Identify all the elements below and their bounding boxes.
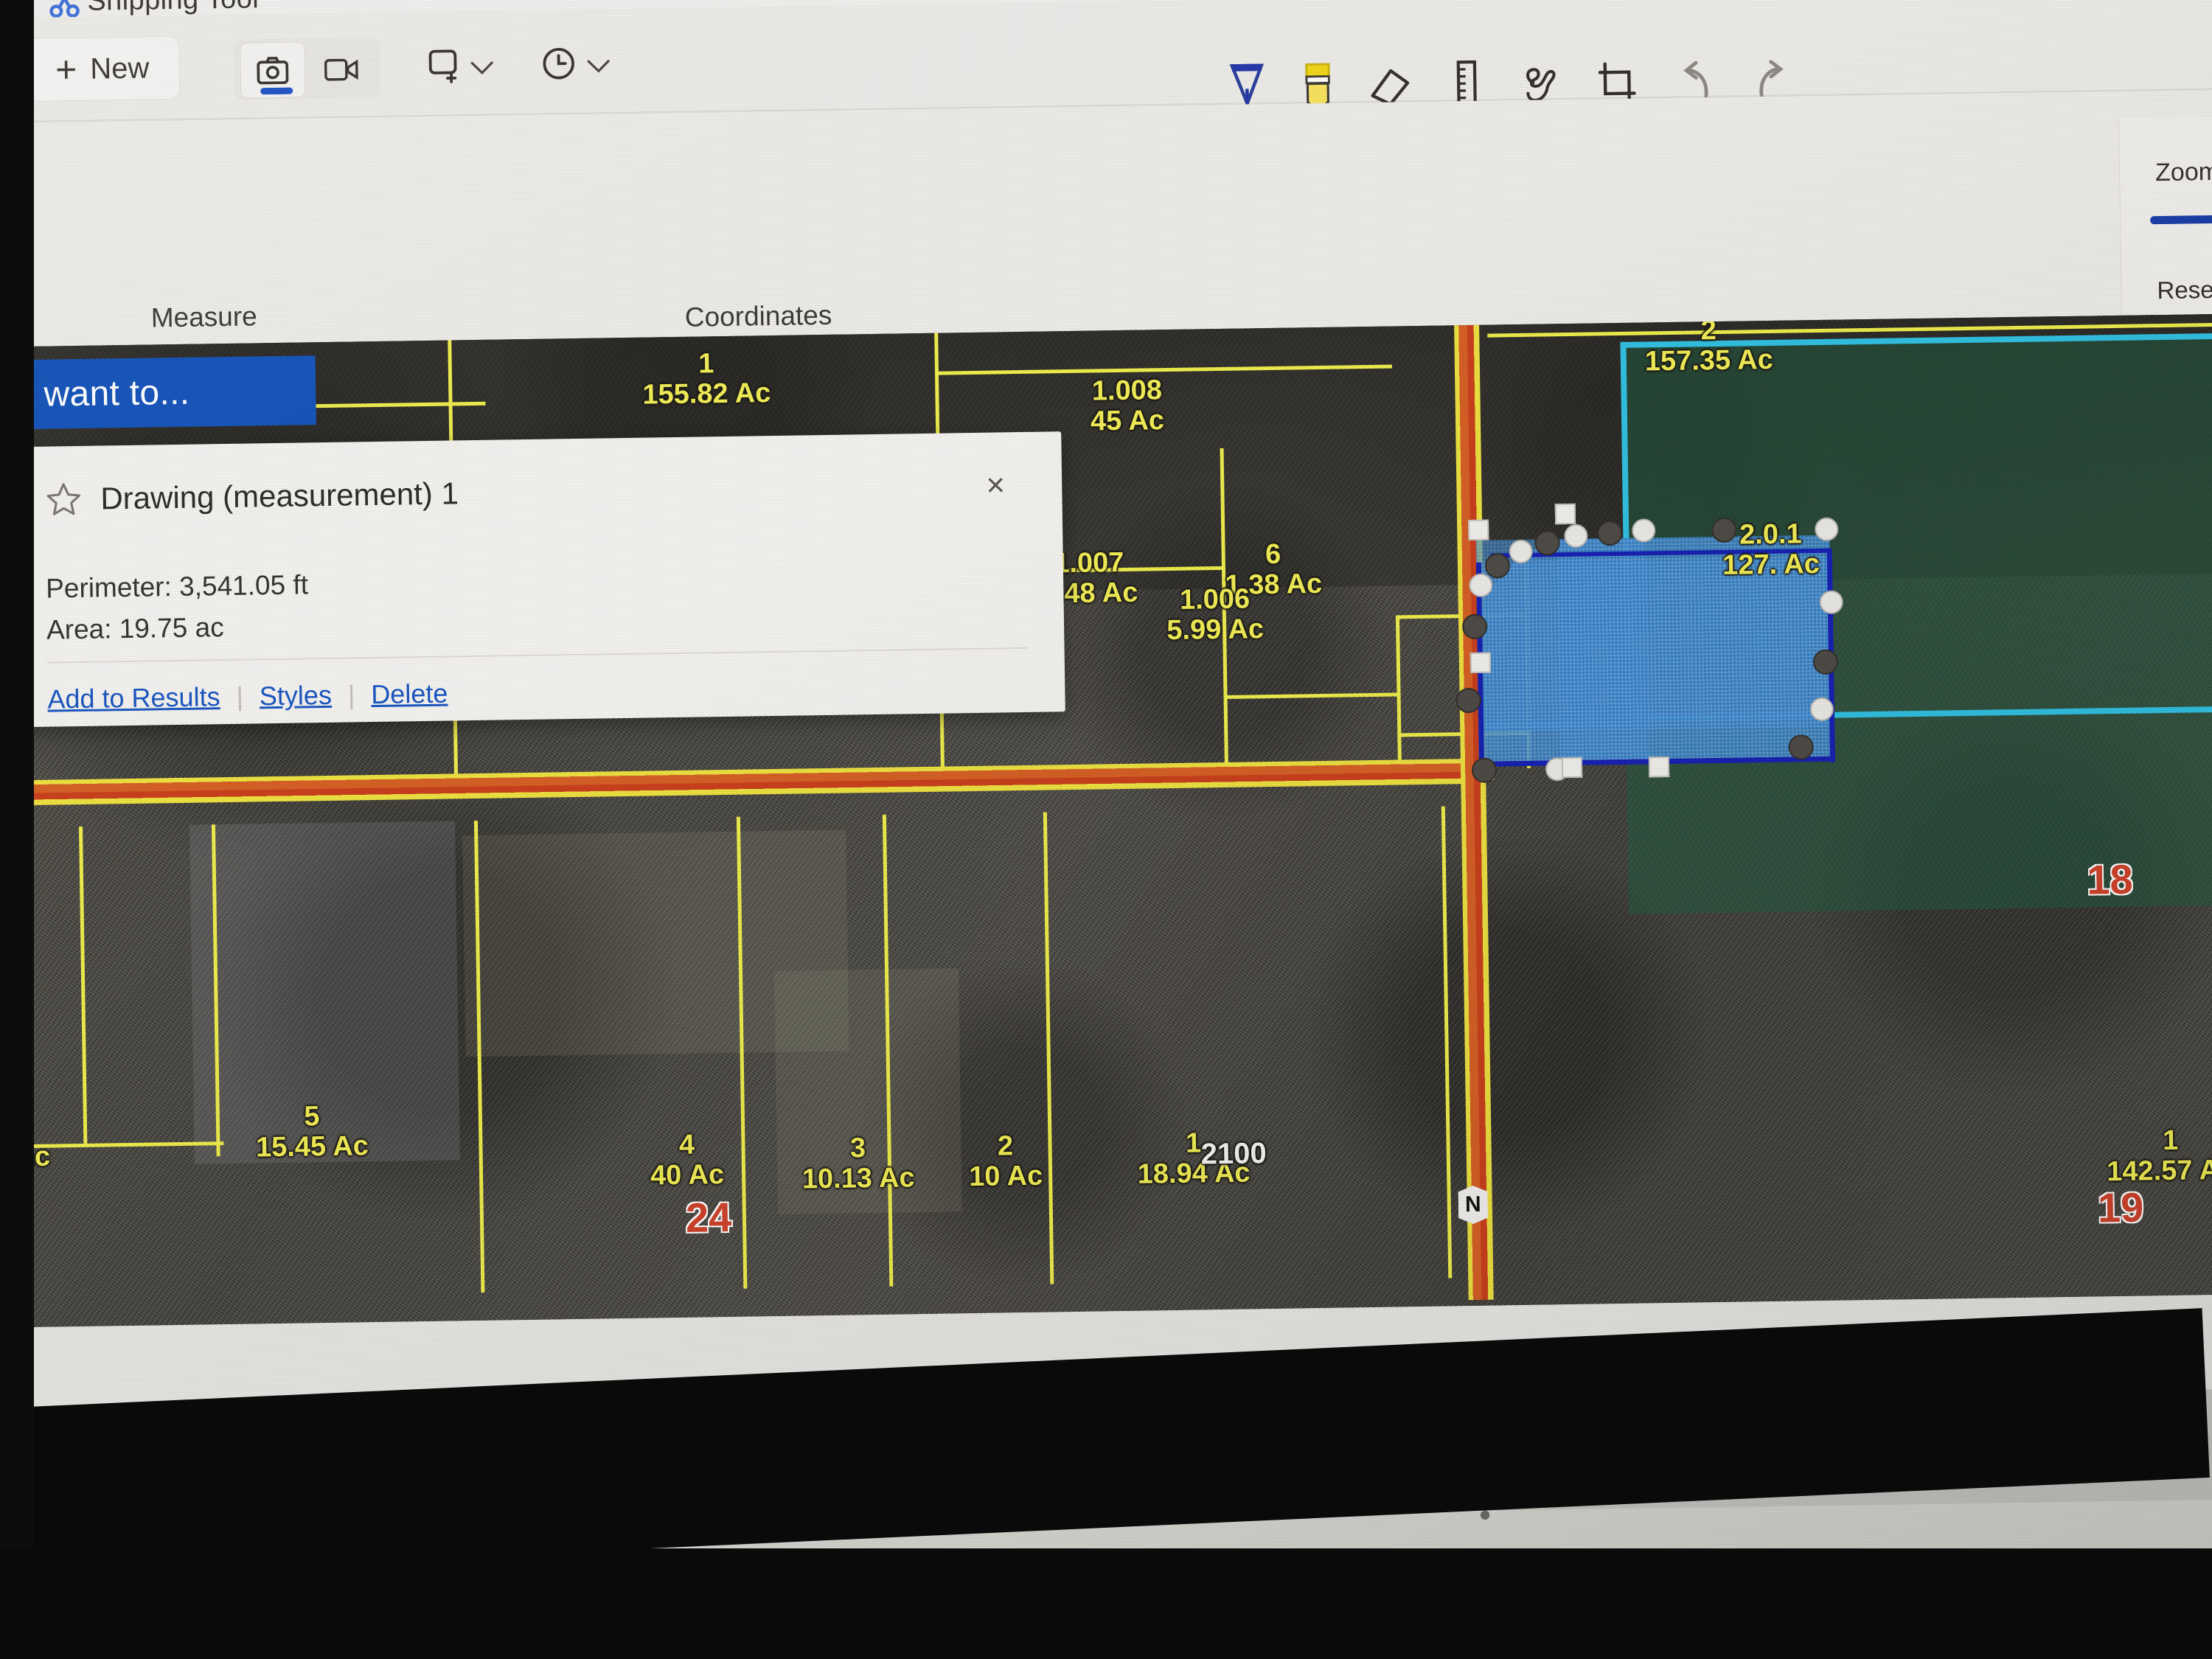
parcel-number: 6 bbox=[1265, 538, 1281, 571]
parcel-label: 2 157.35 Ac bbox=[1613, 314, 1805, 378]
zoom-panel: Zoom Reset bbox=[2118, 116, 2212, 321]
parcel-acreage: 45 Ac bbox=[1090, 405, 1165, 437]
link-separator: | bbox=[347, 679, 355, 710]
parcel-label: 4 40 Ac bbox=[605, 1129, 768, 1192]
zoom-slider-track bbox=[2150, 215, 2212, 225]
chevron-down-icon bbox=[470, 61, 493, 75]
parcel-label: 1.008 45 Ac bbox=[1042, 375, 1212, 437]
popup-header: Drawing (measurement) 1 bbox=[44, 474, 459, 518]
parcel-acreage: 157.35 Ac bbox=[1644, 344, 1774, 378]
monitor-bezel-left bbox=[0, 0, 34, 1659]
styles-link[interactable]: Styles bbox=[260, 680, 333, 712]
clock-icon bbox=[543, 47, 574, 80]
favorite-star-icon[interactable] bbox=[44, 480, 83, 519]
parcel-label: 3 10.13 Ac bbox=[776, 1133, 939, 1195]
measurement-midpoint-handle[interactable] bbox=[1468, 519, 1489, 541]
measurement-midpoint-handle[interactable] bbox=[1470, 652, 1492, 673]
parcel-acreage: 40 Ac bbox=[650, 1159, 725, 1192]
parcel-label: 5 15.45 Ac bbox=[223, 1101, 401, 1164]
plus-icon: + bbox=[55, 48, 77, 91]
parcel-acreage: 142.57 Ac bbox=[2106, 1154, 2212, 1188]
tab-coordinates[interactable]: Coordinates bbox=[685, 300, 832, 333]
parcel-acreage: 5.99 Ac bbox=[1166, 613, 1265, 647]
shape-tool-chevron[interactable] bbox=[467, 53, 497, 83]
section-label: 24 bbox=[685, 1193, 732, 1241]
popup-title: Drawing (measurement) 1 bbox=[100, 476, 459, 516]
parcel-label: 1.006 5.99 Ac bbox=[1133, 583, 1296, 646]
close-icon[interactable]: × bbox=[975, 465, 1017, 507]
zoom-label: Zoom bbox=[2154, 157, 2212, 187]
zoom-reset-button[interactable]: Reset bbox=[2157, 276, 2212, 305]
new-snip-label: New bbox=[89, 51, 150, 86]
parcel-acreage: 15.45 Ac bbox=[255, 1130, 369, 1164]
add-to-results-link[interactable]: Add to Results bbox=[47, 681, 220, 714]
route-shield: N bbox=[1458, 1186, 1488, 1225]
running-indicator bbox=[1480, 1510, 1490, 1520]
section-label: 18 bbox=[2086, 855, 2134, 903]
desk-shadow bbox=[0, 1548, 2212, 1659]
delay-timer-button[interactable] bbox=[532, 39, 585, 88]
measurement-midpoint-handle[interactable] bbox=[1648, 757, 1670, 778]
perimeter-value: Perimeter: 3,541.05 ft bbox=[45, 569, 309, 604]
parcel-number: 3 bbox=[849, 1133, 866, 1164]
i-want-to-label: I want to... bbox=[23, 372, 190, 414]
parcel-number: 1 bbox=[698, 348, 714, 380]
parcel-label: 2.0.1 127. Ac bbox=[1682, 518, 1860, 582]
parcel-number: 4 bbox=[678, 1129, 695, 1161]
delay-timer-chevron[interactable] bbox=[583, 52, 613, 82]
camera-icon bbox=[257, 57, 289, 85]
photo-of-monitor: Snipping Tool + New bbox=[0, 0, 2212, 1659]
record-mode-button[interactable] bbox=[309, 41, 375, 97]
popup-actions: Add to Results | Styles | Delete bbox=[47, 678, 448, 715]
parcel-number: 1 bbox=[2162, 1124, 2179, 1157]
measurement-midpoint-handle[interactable] bbox=[1561, 757, 1583, 779]
add-shape-icon bbox=[428, 49, 457, 83]
parcel-number: 1.006 bbox=[1179, 583, 1251, 616]
zoom-slider[interactable] bbox=[2150, 212, 2212, 225]
parcel-number: 5 bbox=[303, 1101, 320, 1133]
snip-mode-button[interactable] bbox=[240, 41, 306, 99]
section-label: 19 bbox=[2097, 1183, 2144, 1231]
parcel-label: 1 142.57 Ac bbox=[2078, 1124, 2212, 1188]
parcel-number: 2 bbox=[997, 1130, 1014, 1162]
active-mode-indicator bbox=[260, 87, 293, 95]
parcel-number: 2.0.1 bbox=[1739, 518, 1802, 551]
delete-link[interactable]: Delete bbox=[371, 678, 448, 711]
link-separator: | bbox=[236, 681, 244, 712]
parcel-acreage: 127. Ac bbox=[1722, 548, 1820, 581]
road-label: 2100 bbox=[1200, 1137, 1267, 1171]
measurement-popup: Drawing (measurement) 1 × Perimeter: 3,5… bbox=[2, 431, 1065, 728]
i-want-to-button[interactable]: I want to... bbox=[0, 355, 316, 430]
area-value: Area: 19.75 ac bbox=[46, 612, 224, 645]
snipping-tool-app-icon bbox=[49, 0, 80, 18]
shape-tool-button[interactable] bbox=[417, 41, 470, 90]
parcel-acreage: 10 Ac bbox=[968, 1160, 1043, 1193]
tab-measure[interactable]: Measure bbox=[150, 301, 257, 333]
parcel-label: 2 10 Ac bbox=[931, 1130, 1079, 1193]
video-camera-icon bbox=[324, 58, 358, 81]
chevron-down-icon bbox=[587, 60, 610, 73]
parcel-acreage: 10.13 Ac bbox=[801, 1162, 915, 1195]
new-snip-button[interactable]: + New bbox=[24, 35, 181, 102]
parcel-number: 1.008 bbox=[1091, 375, 1163, 407]
capture-mode-group bbox=[234, 37, 381, 100]
parcel-acreage: 155.82 Ac bbox=[642, 378, 771, 411]
parcel-label: 1 155.82 Ac bbox=[610, 347, 802, 411]
gis-toolbar bbox=[0, 88, 2212, 352]
measurement-midpoint-handle[interactable] bbox=[1554, 503, 1576, 525]
popup-divider bbox=[46, 647, 1028, 664]
